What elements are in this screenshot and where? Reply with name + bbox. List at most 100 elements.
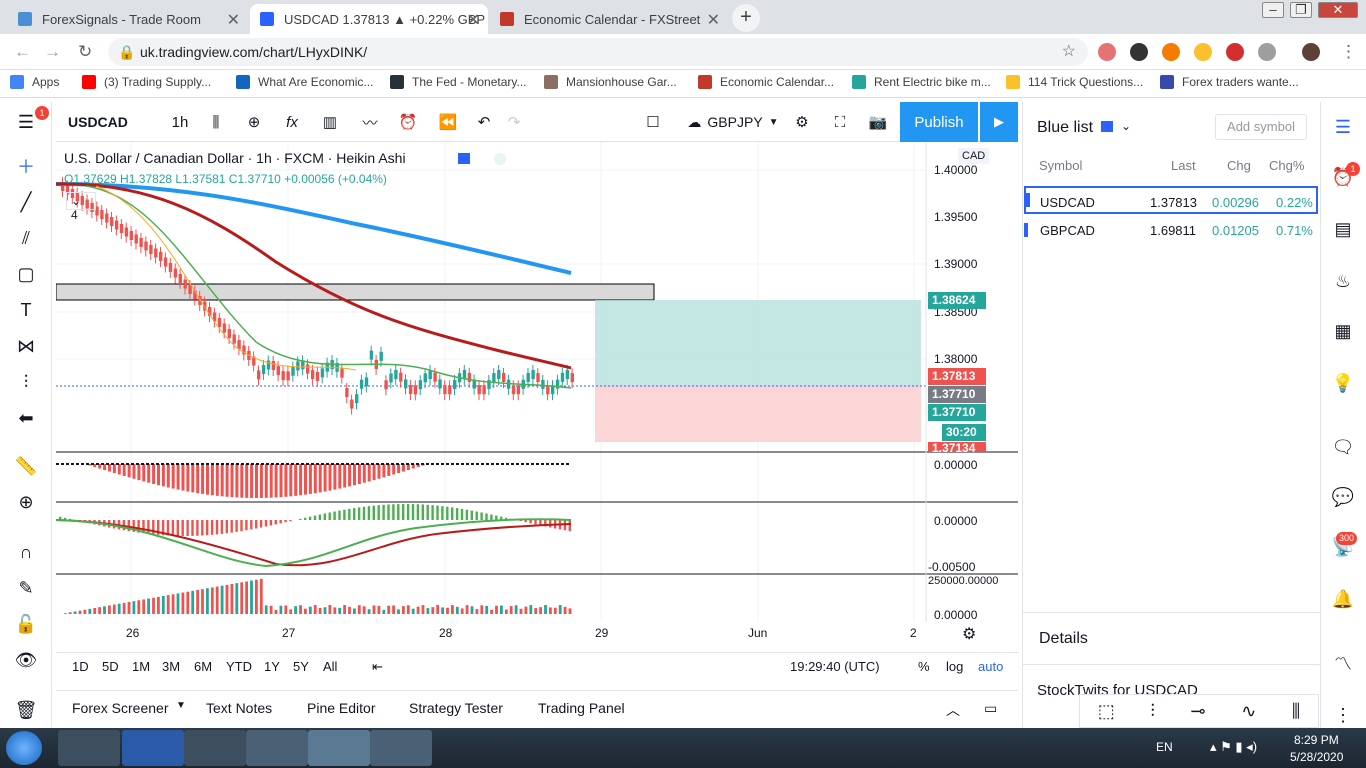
chart-legend[interactable]: U.S. Dollar / Canadian Dollar · 1h · FXC…	[64, 150, 506, 166]
rectangle-icon[interactable]: ⬚	[1098, 701, 1115, 722]
maximize-panel-icon[interactable]: ▭	[984, 700, 997, 717]
bookmark[interactable]: The Fed - Monetary...	[390, 75, 527, 89]
extension-icon[interactable]	[1130, 43, 1148, 61]
interval-button[interactable]: 1h	[166, 102, 194, 142]
range-1d[interactable]: 1D	[72, 659, 89, 674]
menu-dots-icon[interactable]: ⋮	[1340, 42, 1357, 62]
hotlist-icon[interactable]: ♨	[1330, 268, 1356, 294]
bookmark[interactable]: Rent Electric bike m...	[852, 75, 991, 89]
extension-icon[interactable]	[1226, 43, 1244, 61]
axis-settings-icon[interactable]: ⚙	[962, 624, 976, 644]
tab-pine-editor[interactable]: Pine Editor	[307, 700, 375, 716]
minimize-button[interactable]: –	[1262, 2, 1284, 18]
col-chg[interactable]: Chg	[1227, 158, 1251, 173]
bookmark[interactable]: Forex traders wante...	[1160, 75, 1299, 89]
calculator-icon[interactable]	[184, 730, 246, 766]
col-last[interactable]: Last	[1171, 158, 1196, 173]
close-tab-icon[interactable]: ✕	[707, 10, 720, 30]
range-ytd[interactable]: YTD	[226, 659, 252, 674]
browser-tab[interactable]: Economic Calendar - FXStreet ✕	[490, 4, 728, 34]
auto-toggle[interactable]: auto	[978, 659, 1003, 674]
language-indicator[interactable]: EN	[1156, 740, 1173, 754]
position-target-zone[interactable]	[595, 300, 921, 386]
symbol-search[interactable]: USDCAD	[68, 102, 128, 142]
chevron-up-icon[interactable]: ︿	[946, 700, 960, 720]
ruler-icon[interactable]: 📏	[12, 452, 40, 480]
resistance-rectangle[interactable]	[56, 283, 655, 301]
extension-icon[interactable]	[1258, 43, 1276, 61]
col-symbol[interactable]: Symbol	[1039, 158, 1082, 173]
layout-icon[interactable]: ☐	[642, 102, 664, 142]
prediction-icon[interactable]: ⫶	[12, 368, 40, 396]
range-1m[interactable]: 1M	[132, 659, 150, 674]
replay-icon[interactable]: ⏪	[436, 102, 460, 142]
star-icon[interactable]: ☆	[1062, 38, 1076, 66]
bar-style-icon[interactable]: ⫼	[204, 102, 228, 142]
magnet-icon[interactable]: ∩	[12, 538, 40, 566]
clock-time[interactable]: 8:29 PM	[1294, 733, 1339, 747]
text-icon[interactable]: T	[12, 296, 40, 324]
date-range-icon[interactable]: ⇤	[372, 659, 383, 675]
unlock-icon[interactable]: 🔓	[12, 610, 40, 638]
compare-icon[interactable]: ⊕	[242, 102, 266, 142]
watchlist-title[interactable]: Blue list	[1037, 119, 1093, 137]
chrome-icon[interactable]	[246, 730, 308, 766]
order-panel-icon[interactable]: ⋮	[1330, 702, 1356, 728]
app-icon[interactable]	[308, 730, 370, 766]
watchlist-row[interactable]: USDCAD 1.37813 0.00296 0.22%	[1024, 186, 1318, 214]
play-icon[interactable]: ▶	[980, 102, 1018, 142]
bookmark[interactable]: Economic Calendar...	[698, 75, 834, 89]
bookmark[interactable]: (3) Trading Supply...	[82, 75, 211, 89]
chevron-down-icon[interactable]: ⌄	[1121, 119, 1131, 133]
reload-icon[interactable]: ↻	[78, 42, 92, 62]
bookmark-apps[interactable]: Apps	[10, 75, 59, 89]
range-6m[interactable]: 6M	[194, 659, 212, 674]
horizontal-line-icon[interactable]: ⊸	[1191, 701, 1206, 722]
watchlist-row[interactable]: GBPCAD 1.69811 0.01205 0.71%	[1024, 216, 1318, 244]
zoom-icon[interactable]: ⊕	[12, 488, 40, 516]
range-5d[interactable]: 5D	[102, 659, 119, 674]
eye-icon[interactable]: 👁	[12, 646, 40, 674]
position-stop-zone[interactable]	[595, 386, 921, 442]
lock-drawing-icon[interactable]: ✎	[12, 574, 40, 602]
profile-avatar[interactable]	[1302, 43, 1320, 61]
notifications-icon[interactable]: 🔔	[1330, 586, 1356, 612]
parallel-channel-icon[interactable]: ⫼	[1292, 701, 1300, 722]
fib-icon[interactable]: ⫽	[12, 224, 40, 252]
chevron-down-icon[interactable]: ▼	[176, 700, 186, 711]
indicators-collapse[interactable]: ⌄ 4	[66, 192, 96, 222]
extension-icon[interactable]	[1162, 43, 1180, 61]
extension-icon[interactable]	[1194, 43, 1212, 61]
rectangle-icon[interactable]: ▢	[12, 260, 40, 288]
redo-icon[interactable]: ↷	[502, 102, 526, 142]
fullscreen-icon[interactable]: ⛶	[828, 102, 852, 142]
clock-date[interactable]: 5/28/2020	[1290, 750, 1343, 764]
fib-icon[interactable]: ⫶	[1150, 701, 1155, 722]
bookmark[interactable]: Mansionhouse Gar...	[544, 75, 677, 89]
crosshair-icon[interactable]: ＋	[12, 152, 40, 180]
financials-icon[interactable]: ▥	[318, 102, 342, 142]
browser-tab[interactable]: ForexSignals - Trade Room ✕	[8, 4, 248, 34]
indicators-icon[interactable]: fx	[280, 102, 304, 142]
back-icon[interactable]: ←	[14, 42, 31, 62]
col-chgp[interactable]: Chg%	[1269, 158, 1304, 173]
alert-icon[interactable]: ⏰	[396, 102, 420, 142]
calendar-icon[interactable]: ▦	[1330, 318, 1356, 344]
log-toggle[interactable]: log	[946, 659, 963, 674]
watchlist-icon[interactable]: ☰	[1330, 114, 1356, 140]
tab-forex-screener[interactable]: Forex Screener	[72, 700, 168, 716]
bookmark[interactable]: What Are Economic...	[236, 75, 373, 89]
price-chart[interactable]	[56, 142, 1018, 652]
range-5y[interactable]: 5Y	[293, 659, 309, 674]
trash-icon[interactable]: 🗑	[12, 696, 40, 724]
ideas-icon[interactable]: 💡	[1330, 370, 1356, 396]
add-symbol-button[interactable]: Add symbol	[1215, 114, 1307, 140]
chat-icon[interactable]: 🗨	[1330, 434, 1356, 460]
maximize-button[interactable]: ❐	[1290, 2, 1312, 18]
back-arrow-icon[interactable]: ⬅	[12, 404, 40, 432]
percent-toggle[interactable]: %	[918, 659, 930, 674]
publish-button[interactable]: Publish	[900, 102, 978, 142]
tab-text-notes[interactable]: Text Notes	[206, 700, 272, 716]
bookmark[interactable]: 114 Trick Questions...	[1006, 75, 1143, 89]
details-title[interactable]: Details	[1039, 630, 1088, 648]
